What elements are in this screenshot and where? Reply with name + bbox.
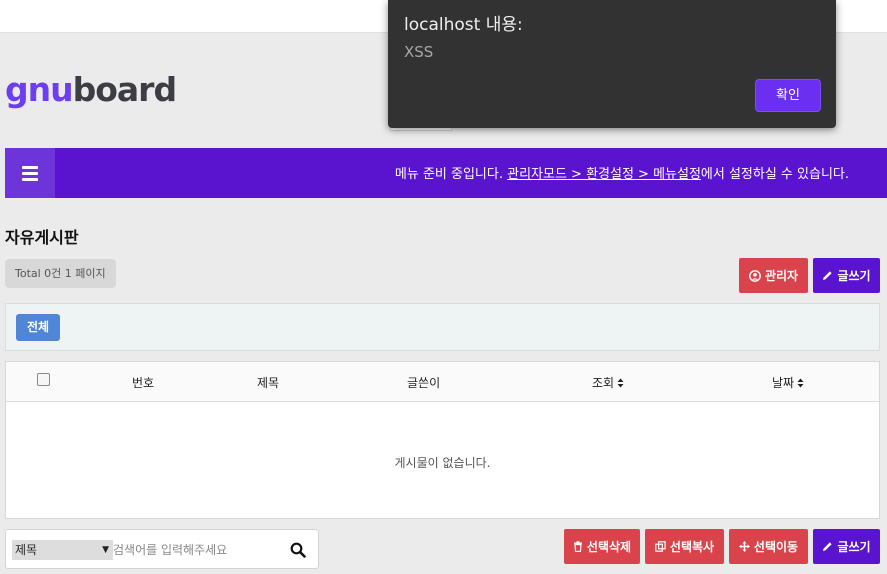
column-header-number: 번호 <box>132 376 155 390</box>
delete-selected-button[interactable]: 선택삭제 <box>564 529 640 564</box>
column-header-views[interactable]: 조회 <box>592 374 624 391</box>
select-all-checkbox[interactable] <box>37 373 50 386</box>
category-all-button[interactable]: 전체 <box>16 314 60 341</box>
search-field-select[interactable]: 제목 ▼ <box>12 540 113 560</box>
dialog-ok-button[interactable]: 확인 <box>755 79 821 112</box>
sort-icon <box>797 378 804 387</box>
admin-button[interactable]: 관리자 <box>739 258 808 293</box>
gnuboard-logo[interactable]: gnuboard <box>5 70 177 109</box>
main-navbar: 메뉴 준비 중입니다. 관리자모드 > 환경설정 > 메뉴설정에서 설정하실 수… <box>5 148 887 198</box>
user-circle-icon <box>749 269 761 282</box>
pencil-icon <box>823 542 833 551</box>
column-header-writer: 글쓴이 <box>407 376 441 390</box>
logo-part-board: board <box>72 70 177 109</box>
column-header-subject: 제목 <box>257 376 280 390</box>
hamburger-icon <box>22 165 38 169</box>
empty-list-message: 게시물이 없습니다. <box>394 456 491 470</box>
move-arrows-icon <box>738 541 750 552</box>
dropdown-arrow-icon: ▼ <box>102 545 109 555</box>
search-form: 제목 ▼ <box>5 529 319 569</box>
menu-toggle-button[interactable] <box>5 148 55 198</box>
copy-icon <box>655 541 666 552</box>
search-icon <box>290 542 306 558</box>
dialog-message: XSS <box>404 43 434 61</box>
total-count-badge: Total 0건 1 페이지 <box>5 259 116 288</box>
admin-menu-settings-link[interactable]: 관리자모드 > 환경설정 > 메뉴설정 <box>507 167 701 182</box>
search-input[interactable] <box>110 540 280 560</box>
category-bar: 전체 <box>5 303 880 351</box>
menu-not-ready-message: 메뉴 준비 중입니다. 관리자모드 > 환경설정 > 메뉴설정에서 설정하실 수… <box>394 167 849 182</box>
write-button-bottom[interactable]: 글쓰기 <box>813 529 880 564</box>
move-selected-button[interactable]: 선택이동 <box>729 529 808 564</box>
dialog-title: localhost 내용: <box>404 15 523 35</box>
search-button[interactable] <box>290 542 306 558</box>
copy-selected-button[interactable]: 선택복사 <box>645 529 724 564</box>
board-list-table: 번호 제목 글쓴이 조회 날짜 게시물이 없습니다. <box>5 361 880 519</box>
logo-part-gnu: gnu <box>5 70 74 109</box>
table-header: 번호 제목 글쓴이 조회 날짜 <box>6 362 879 402</box>
write-button-top[interactable]: 글쓰기 <box>813 258 880 293</box>
pencil-icon <box>823 271 833 280</box>
sort-icon <box>617 378 624 387</box>
column-header-date[interactable]: 날짜 <box>772 374 804 391</box>
trash-icon <box>573 541 582 552</box>
board-title: 자유게시판 <box>5 228 79 247</box>
alert-dialog: localhost 내용: XSS 확인 <box>388 0 836 128</box>
